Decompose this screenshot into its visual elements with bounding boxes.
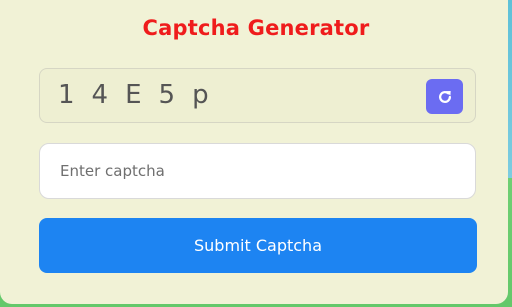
captcha-input-wrapper xyxy=(39,143,476,199)
submit-captcha-button[interactable]: Submit Captcha xyxy=(39,218,477,273)
captcha-char: E xyxy=(125,80,145,110)
captcha-text: 14E5p xyxy=(58,80,226,110)
captcha-char: p xyxy=(192,80,212,110)
captcha-char: 1 xyxy=(58,80,78,110)
captcha-char: 5 xyxy=(158,80,179,110)
captcha-char: 4 xyxy=(91,80,112,110)
captcha-display: 14E5p xyxy=(39,68,476,123)
page-title: Captcha Generator xyxy=(142,16,370,40)
refresh-captcha-button[interactable] xyxy=(426,79,463,114)
captcha-input[interactable] xyxy=(40,144,475,198)
refresh-icon xyxy=(438,90,451,103)
